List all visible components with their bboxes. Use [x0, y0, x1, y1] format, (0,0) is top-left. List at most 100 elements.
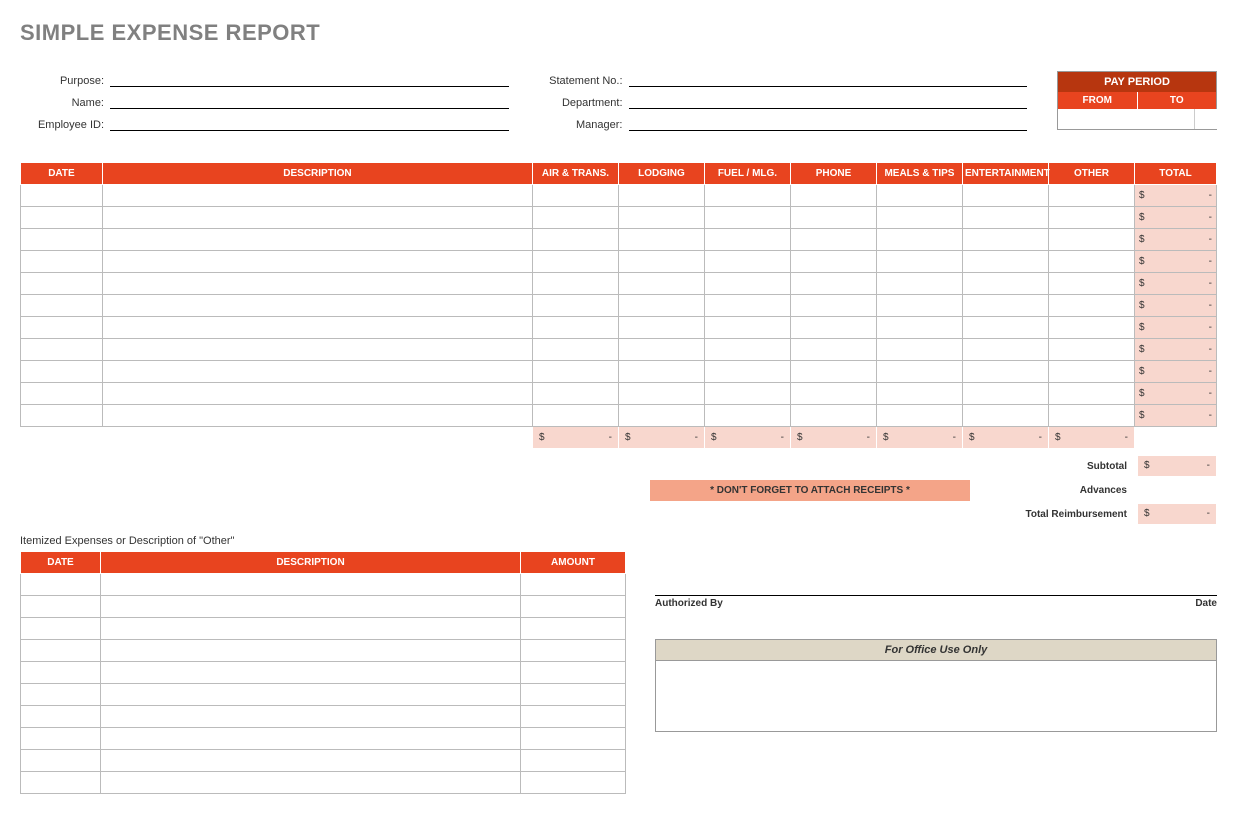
- expense-cell[interactable]: [790, 295, 876, 317]
- expense-cell[interactable]: [21, 185, 103, 207]
- expense-cell[interactable]: [790, 207, 876, 229]
- expense-cell[interactable]: [532, 317, 618, 339]
- expense-cell[interactable]: [876, 361, 962, 383]
- expense-cell[interactable]: [704, 229, 790, 251]
- itemized-cell[interactable]: [521, 706, 626, 728]
- expense-cell[interactable]: [790, 361, 876, 383]
- expense-cell[interactable]: [618, 361, 704, 383]
- expense-cell[interactable]: [102, 273, 532, 295]
- expense-cell[interactable]: [532, 339, 618, 361]
- expense-cell[interactable]: [1048, 229, 1134, 251]
- expense-cell[interactable]: [102, 339, 532, 361]
- expense-cell[interactable]: [532, 383, 618, 405]
- itemized-cell[interactable]: [21, 750, 101, 772]
- expense-cell[interactable]: [21, 339, 103, 361]
- expense-cell[interactable]: [962, 405, 1048, 427]
- expense-cell[interactable]: [618, 339, 704, 361]
- expense-cell[interactable]: [21, 295, 103, 317]
- itemized-cell[interactable]: [101, 750, 521, 772]
- expense-cell[interactable]: [790, 405, 876, 427]
- expense-cell[interactable]: [876, 185, 962, 207]
- expense-cell[interactable]: [1048, 207, 1134, 229]
- itemized-cell[interactable]: [21, 706, 101, 728]
- expense-cell[interactable]: [21, 229, 103, 251]
- expense-cell[interactable]: [790, 273, 876, 295]
- expense-cell[interactable]: [876, 317, 962, 339]
- itemized-cell[interactable]: [521, 750, 626, 772]
- expense-cell[interactable]: [704, 405, 790, 427]
- expense-cell[interactable]: [962, 317, 1048, 339]
- itemized-cell[interactable]: [101, 596, 521, 618]
- expense-cell[interactable]: [102, 185, 532, 207]
- itemized-cell[interactable]: [521, 662, 626, 684]
- expense-cell[interactable]: [532, 295, 618, 317]
- expense-cell[interactable]: [532, 273, 618, 295]
- itemized-cell[interactable]: [101, 618, 521, 640]
- expense-cell[interactable]: [1048, 273, 1134, 295]
- itemized-cell[interactable]: [101, 706, 521, 728]
- field-right-input-2[interactable]: [629, 115, 1028, 131]
- expense-cell[interactable]: [532, 185, 618, 207]
- expense-cell[interactable]: [704, 273, 790, 295]
- expense-cell[interactable]: [21, 383, 103, 405]
- expense-cell[interactable]: [532, 229, 618, 251]
- expense-cell[interactable]: [102, 361, 532, 383]
- itemized-cell[interactable]: [101, 662, 521, 684]
- expense-cell[interactable]: [1048, 251, 1134, 273]
- expense-cell[interactable]: [790, 383, 876, 405]
- expense-cell[interactable]: [876, 405, 962, 427]
- expense-cell[interactable]: [21, 405, 103, 427]
- expense-cell[interactable]: [704, 317, 790, 339]
- expense-cell[interactable]: [962, 339, 1048, 361]
- expense-cell[interactable]: [618, 383, 704, 405]
- expense-cell[interactable]: [962, 383, 1048, 405]
- expense-cell[interactable]: [876, 207, 962, 229]
- expense-cell[interactable]: [102, 229, 532, 251]
- expense-cell[interactable]: [1048, 185, 1134, 207]
- expense-cell[interactable]: [704, 251, 790, 273]
- itemized-cell[interactable]: [101, 574, 521, 596]
- expense-cell[interactable]: [532, 251, 618, 273]
- expense-cell[interactable]: [704, 207, 790, 229]
- expense-cell[interactable]: [962, 251, 1048, 273]
- itemized-cell[interactable]: [101, 684, 521, 706]
- itemized-cell[interactable]: [101, 728, 521, 750]
- expense-cell[interactable]: [618, 251, 704, 273]
- expense-cell[interactable]: [1048, 405, 1134, 427]
- expense-cell[interactable]: [1048, 383, 1134, 405]
- field-left-input-1[interactable]: [110, 93, 509, 109]
- itemized-cell[interactable]: [521, 772, 626, 794]
- field-right-input-0[interactable]: [629, 71, 1028, 87]
- expense-cell[interactable]: [876, 273, 962, 295]
- expense-cell[interactable]: [1048, 361, 1134, 383]
- itemized-cell[interactable]: [521, 640, 626, 662]
- expense-cell[interactable]: [21, 317, 103, 339]
- pay-period-to-input[interactable]: [1195, 109, 1237, 129]
- expense-cell[interactable]: [962, 207, 1048, 229]
- expense-cell[interactable]: [790, 251, 876, 273]
- expense-cell[interactable]: [962, 229, 1048, 251]
- expense-cell[interactable]: [790, 229, 876, 251]
- itemized-cell[interactable]: [521, 574, 626, 596]
- expense-cell[interactable]: [21, 361, 103, 383]
- expense-cell[interactable]: [102, 383, 532, 405]
- expense-cell[interactable]: [532, 207, 618, 229]
- itemized-cell[interactable]: [21, 596, 101, 618]
- itemized-cell[interactable]: [21, 640, 101, 662]
- advances-value[interactable]: [1137, 479, 1217, 501]
- expense-cell[interactable]: [790, 339, 876, 361]
- pay-period-from-input[interactable]: [1058, 109, 1195, 129]
- itemized-cell[interactable]: [21, 574, 101, 596]
- office-use-body[interactable]: [656, 661, 1216, 731]
- expense-cell[interactable]: [1048, 339, 1134, 361]
- itemized-cell[interactable]: [101, 640, 521, 662]
- itemized-cell[interactable]: [21, 728, 101, 750]
- itemized-cell[interactable]: [521, 618, 626, 640]
- expense-cell[interactable]: [1048, 295, 1134, 317]
- expense-cell[interactable]: [962, 185, 1048, 207]
- itemized-cell[interactable]: [21, 618, 101, 640]
- itemized-cell[interactable]: [21, 662, 101, 684]
- expense-cell[interactable]: [704, 383, 790, 405]
- expense-cell[interactable]: [1048, 317, 1134, 339]
- expense-cell[interactable]: [102, 295, 532, 317]
